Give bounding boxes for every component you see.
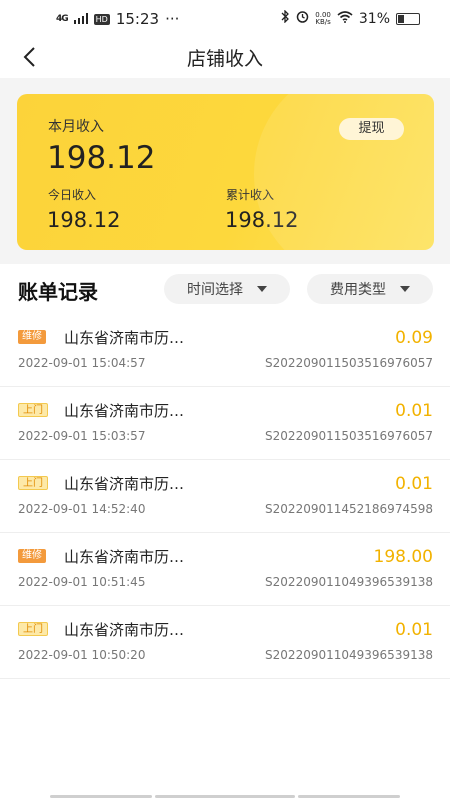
bill-header: 账单记录 时间选择 费用类型 xyxy=(0,264,450,314)
record-amount: 0.01 xyxy=(395,474,433,494)
record-address: 山东省济南市历… xyxy=(64,329,185,347)
month-income-value: 198.12 xyxy=(47,140,156,176)
bill-title: 账单记录 xyxy=(18,280,98,304)
income-card: 本月收入 198.12 提现 今日收入 198.12 累计收入 198.12 xyxy=(17,94,434,250)
bill-row[interactable]: 维修 山东省济南市历… 0.09 2022-09-01 15:04:57 S20… xyxy=(0,314,450,387)
record-address: 山东省济南市历… xyxy=(64,548,185,566)
fee-type-dropdown[interactable]: 费用类型 xyxy=(307,274,433,304)
alarm-icon xyxy=(296,10,309,27)
battery-icon xyxy=(396,12,420,25)
bill-list: 维修 山东省济南市历… 0.09 2022-09-01 15:04:57 S20… xyxy=(0,314,450,679)
record-tag: 上门 xyxy=(18,476,48,490)
record-order-id: S202209011503516976057 xyxy=(265,356,433,370)
record-tag: 上门 xyxy=(18,622,48,636)
record-address: 山东省济南市历… xyxy=(64,475,185,493)
record-amount: 0.09 xyxy=(395,328,433,348)
bill-row[interactable]: 上门 山东省济南市历… 0.01 2022-09-01 10:50:20 S20… xyxy=(0,606,450,679)
month-income-label: 本月收入 xyxy=(48,119,104,135)
record-order-id: S202209011503516976057 xyxy=(265,429,433,443)
time-filter-label: 时间选择 xyxy=(187,282,243,298)
record-time: 2022-09-01 15:04:57 xyxy=(18,356,146,370)
record-tag: 维修 xyxy=(18,330,46,344)
record-address: 山东省济南市历… xyxy=(64,402,185,420)
hd-icon: HD xyxy=(93,13,110,25)
status-left: 4G HD 15:23 ··· xyxy=(56,10,179,28)
record-order-id: S202209011452186974598 xyxy=(265,502,433,516)
record-tag: 维修 xyxy=(18,549,46,563)
record-order-id: S202209011049396539138 xyxy=(265,648,433,662)
status-time: 15:23 xyxy=(115,10,160,28)
record-amount: 0.01 xyxy=(395,401,433,421)
today-income-label: 今日收入 xyxy=(48,188,97,202)
record-time: 2022-09-01 15:03:57 xyxy=(18,429,146,443)
record-amount: 198.00 xyxy=(373,547,433,567)
dropdown-arrow-icon xyxy=(257,286,267,292)
record-order-id: S202209011049396539138 xyxy=(265,575,433,589)
withdraw-button[interactable]: 提现 xyxy=(339,118,404,140)
bill-row[interactable]: 上门 山东省济南市历… 0.01 2022-09-01 15:03:57 S20… xyxy=(0,387,450,460)
home-indicator xyxy=(298,795,400,798)
bill-row[interactable]: 上门 山东省济南市历… 0.01 2022-09-01 14:52:40 S20… xyxy=(0,460,450,533)
total-income-value: 198.12 xyxy=(225,208,299,232)
today-income-value: 198.12 xyxy=(47,208,121,232)
nav-bar: 店铺收入 xyxy=(0,40,450,78)
record-time: 2022-09-01 10:51:45 xyxy=(18,575,146,589)
record-tag: 上门 xyxy=(18,403,48,417)
time-filter-dropdown[interactable]: 时间选择 xyxy=(164,274,290,304)
signal-bars-icon xyxy=(73,10,88,28)
home-indicator xyxy=(155,795,295,798)
wifi-icon xyxy=(337,10,353,27)
status-bar: 4G HD 15:23 ··· 0.00 KB/s 31% xyxy=(0,0,450,40)
record-time: 2022-09-01 10:50:20 xyxy=(18,648,146,662)
total-income-label: 累计收入 xyxy=(226,188,275,202)
record-address: 山东省济南市历… xyxy=(64,621,185,639)
battery-percent: 31% xyxy=(358,10,390,27)
bluetooth-icon xyxy=(281,9,290,27)
status-dots: ··· xyxy=(165,10,180,28)
record-time: 2022-09-01 14:52:40 xyxy=(18,502,146,516)
status-right: 0.00 KB/s 31% xyxy=(281,9,420,27)
page-title: 店铺收入 xyxy=(186,48,263,70)
dropdown-arrow-icon xyxy=(400,286,410,292)
fee-type-label: 费用类型 xyxy=(330,282,386,298)
battery-fill xyxy=(398,14,404,23)
bill-row[interactable]: 维修 山东省济南市历… 198.00 2022-09-01 10:51:45 S… xyxy=(0,533,450,606)
net-speed: 0.00 KB/s xyxy=(315,10,331,26)
record-amount: 0.01 xyxy=(395,620,433,640)
home-indicator xyxy=(50,795,152,798)
signal-icon: 4G xyxy=(56,14,69,24)
